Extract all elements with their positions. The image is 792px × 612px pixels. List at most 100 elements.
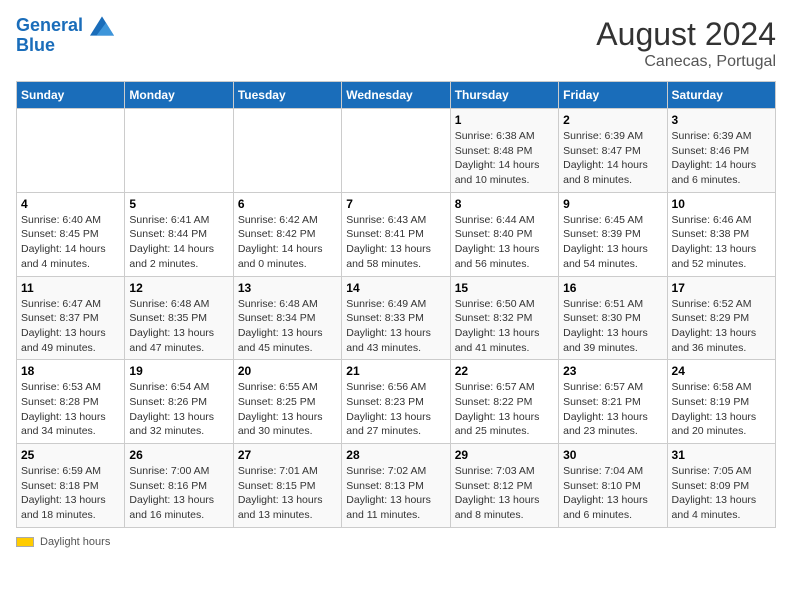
page-header: General Blue August 2024 Canecas, Portug… <box>16 16 776 71</box>
day-number: 4 <box>21 197 120 211</box>
calendar-cell: 16 Sunrise: 6:51 AMSunset: 8:30 PMDayligh… <box>559 276 667 360</box>
day-info: Sunrise: 7:04 AMSunset: 8:10 PMDaylight:… <box>563 464 662 523</box>
calendar-day-header: Monday <box>125 82 233 109</box>
calendar-header-row: SundayMondayTuesdayWednesdayThursdayFrid… <box>17 82 776 109</box>
day-number: 6 <box>238 197 337 211</box>
calendar-day-header: Thursday <box>450 82 558 109</box>
day-number: 19 <box>129 364 228 378</box>
day-info: Sunrise: 7:00 AMSunset: 8:16 PMDaylight:… <box>129 464 228 523</box>
day-info: Sunrise: 6:48 AMSunset: 8:35 PMDaylight:… <box>129 297 228 356</box>
day-info: Sunrise: 7:02 AMSunset: 8:13 PMDaylight:… <box>346 464 445 523</box>
calendar-cell: 28 Sunrise: 7:02 AMSunset: 8:13 PMDayligh… <box>342 444 450 528</box>
day-number: 20 <box>238 364 337 378</box>
day-number: 14 <box>346 281 445 295</box>
day-number: 9 <box>563 197 662 211</box>
day-info: Sunrise: 6:49 AMSunset: 8:33 PMDaylight:… <box>346 297 445 356</box>
calendar-cell: 19 Sunrise: 6:54 AMSunset: 8:26 PMDayligh… <box>125 360 233 444</box>
calendar-cell: 29 Sunrise: 7:03 AMSunset: 8:12 PMDayligh… <box>450 444 558 528</box>
title-block: August 2024 Canecas, Portugal <box>596 16 776 71</box>
day-number: 21 <box>346 364 445 378</box>
calendar-cell: 14 Sunrise: 6:49 AMSunset: 8:33 PMDayligh… <box>342 276 450 360</box>
logo: General Blue <box>16 16 114 56</box>
day-number: 25 <box>21 448 120 462</box>
calendar-cell: 24 Sunrise: 6:58 AMSunset: 8:19 PMDayligh… <box>667 360 775 444</box>
day-number: 28 <box>346 448 445 462</box>
day-info: Sunrise: 6:45 AMSunset: 8:39 PMDaylight:… <box>563 213 662 272</box>
day-info: Sunrise: 6:58 AMSunset: 8:19 PMDaylight:… <box>672 380 771 439</box>
day-number: 13 <box>238 281 337 295</box>
calendar-table: SundayMondayTuesdayWednesdayThursdayFrid… <box>16 81 776 528</box>
calendar-cell: 3Sunrise: 6:39 AMSunset: 8:46 PMDaylight… <box>667 109 775 193</box>
day-number: 26 <box>129 448 228 462</box>
footer: Daylight hours <box>16 536 776 548</box>
day-number: 16 <box>563 281 662 295</box>
daylight-bar-icon <box>16 537 34 547</box>
day-info: Sunrise: 6:59 AMSunset: 8:18 PMDaylight:… <box>21 464 120 523</box>
day-number: 17 <box>672 281 771 295</box>
calendar-cell: 21 Sunrise: 6:56 AMSunset: 8:23 PMDayligh… <box>342 360 450 444</box>
main-title: August 2024 <box>596 16 776 53</box>
day-info: Sunrise: 6:53 AMSunset: 8:28 PMDaylight:… <box>21 380 120 439</box>
calendar-cell <box>342 109 450 193</box>
day-info: Sunrise: 6:38 AMSunset: 8:48 PMDaylight:… <box>455 129 554 188</box>
day-info: Sunrise: 6:43 AMSunset: 8:41 PMDaylight:… <box>346 213 445 272</box>
day-number: 23 <box>563 364 662 378</box>
day-info: Sunrise: 7:03 AMSunset: 8:12 PMDaylight:… <box>455 464 554 523</box>
calendar-cell: 27Sunrise: 7:01 AMSunset: 8:15 PMDayligh… <box>233 444 341 528</box>
day-info: Sunrise: 6:47 AMSunset: 8:37 PMDaylight:… <box>21 297 120 356</box>
day-number: 10 <box>672 197 771 211</box>
calendar-cell: 6 Sunrise: 6:42 AMSunset: 8:42 PMDaylight… <box>233 192 341 276</box>
day-number: 3 <box>672 113 771 127</box>
calendar-cell: 10 Sunrise: 6:46 AMSunset: 8:38 PMDayligh… <box>667 192 775 276</box>
calendar-cell <box>233 109 341 193</box>
calendar-cell: 18 Sunrise: 6:53 AMSunset: 8:28 PMDayligh… <box>17 360 125 444</box>
day-number: 2 <box>563 113 662 127</box>
calendar-cell: 7 Sunrise: 6:43 AMSunset: 8:41 PMDaylight… <box>342 192 450 276</box>
day-number: 11 <box>21 281 120 295</box>
day-info: Sunrise: 6:46 AMSunset: 8:38 PMDaylight:… <box>672 213 771 272</box>
day-number: 24 <box>672 364 771 378</box>
day-info: Sunrise: 6:52 AMSunset: 8:29 PMDaylight:… <box>672 297 771 356</box>
day-info: Sunrise: 6:42 AMSunset: 8:42 PMDaylight:… <box>238 213 337 272</box>
calendar-day-header: Friday <box>559 82 667 109</box>
logo-icon <box>90 16 114 36</box>
day-number: 29 <box>455 448 554 462</box>
day-number: 18 <box>21 364 120 378</box>
calendar-cell: 1 Sunrise: 6:38 AMSunset: 8:48 PMDaylight… <box>450 109 558 193</box>
day-info: Sunrise: 6:57 AMSunset: 8:21 PMDaylight:… <box>563 380 662 439</box>
day-number: 15 <box>455 281 554 295</box>
calendar-cell: 26 Sunrise: 7:00 AMSunset: 8:16 PMDayligh… <box>125 444 233 528</box>
calendar-cell: 20 Sunrise: 6:55 AMSunset: 8:25 PMDayligh… <box>233 360 341 444</box>
calendar-cell: 31Sunrise: 7:05 AMSunset: 8:09 PMDayligh… <box>667 444 775 528</box>
day-number: 8 <box>455 197 554 211</box>
day-number: 7 <box>346 197 445 211</box>
calendar-cell <box>17 109 125 193</box>
day-info: Sunrise: 6:55 AMSunset: 8:25 PMDaylight:… <box>238 380 337 439</box>
calendar-day-header: Sunday <box>17 82 125 109</box>
calendar-cell: 4Sunrise: 6:40 AMSunset: 8:45 PMDaylight… <box>17 192 125 276</box>
calendar-week-row: 18 Sunrise: 6:53 AMSunset: 8:28 PMDayligh… <box>17 360 776 444</box>
daylight-label: Daylight hours <box>40 536 110 548</box>
day-info: Sunrise: 6:51 AMSunset: 8:30 PMDaylight:… <box>563 297 662 356</box>
calendar-day-header: Wednesday <box>342 82 450 109</box>
calendar-cell: 12Sunrise: 6:48 AMSunset: 8:35 PMDayligh… <box>125 276 233 360</box>
calendar-cell: 9 Sunrise: 6:45 AMSunset: 8:39 PMDaylight… <box>559 192 667 276</box>
calendar-day-header: Saturday <box>667 82 775 109</box>
calendar-cell: 22Sunrise: 6:57 AMSunset: 8:22 PMDayligh… <box>450 360 558 444</box>
day-number: 27 <box>238 448 337 462</box>
day-number: 1 <box>455 113 554 127</box>
calendar-cell: 15Sunrise: 6:50 AMSunset: 8:32 PMDayligh… <box>450 276 558 360</box>
day-info: Sunrise: 6:39 AMSunset: 8:47 PMDaylight:… <box>563 129 662 188</box>
calendar-week-row: 11 Sunrise: 6:47 AMSunset: 8:37 PMDayligh… <box>17 276 776 360</box>
calendar-cell: 25 Sunrise: 6:59 AMSunset: 8:18 PMDayligh… <box>17 444 125 528</box>
calendar-cell: 30Sunrise: 7:04 AMSunset: 8:10 PMDayligh… <box>559 444 667 528</box>
day-info: Sunrise: 6:56 AMSunset: 8:23 PMDaylight:… <box>346 380 445 439</box>
day-info: Sunrise: 6:41 AMSunset: 8:44 PMDaylight:… <box>129 213 228 272</box>
calendar-cell: 11 Sunrise: 6:47 AMSunset: 8:37 PMDayligh… <box>17 276 125 360</box>
calendar-cell: 23 Sunrise: 6:57 AMSunset: 8:21 PMDayligh… <box>559 360 667 444</box>
day-number: 31 <box>672 448 771 462</box>
calendar-cell: 5Sunrise: 6:41 AMSunset: 8:44 PMDaylight… <box>125 192 233 276</box>
calendar-week-row: 4Sunrise: 6:40 AMSunset: 8:45 PMDaylight… <box>17 192 776 276</box>
day-info: Sunrise: 6:54 AMSunset: 8:26 PMDaylight:… <box>129 380 228 439</box>
calendar-cell: 13Sunrise: 6:48 AMSunset: 8:34 PMDayligh… <box>233 276 341 360</box>
